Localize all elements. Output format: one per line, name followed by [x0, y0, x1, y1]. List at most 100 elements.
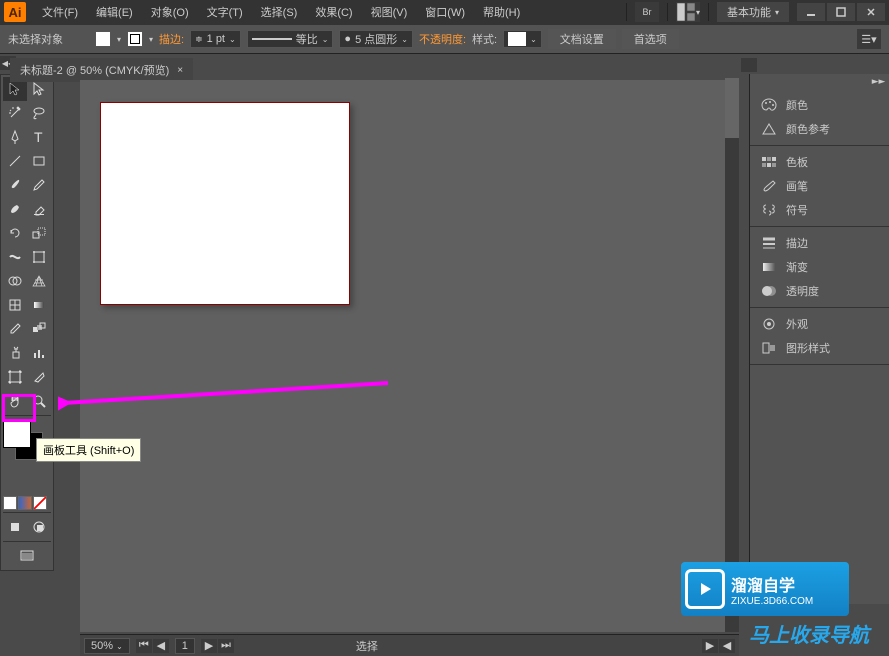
panel-appearance[interactable]: 外观: [750, 312, 889, 336]
menu-help[interactable]: 帮助(H): [475, 1, 528, 23]
close-tab-icon[interactable]: ×: [177, 65, 183, 76]
stroke-weight-field[interactable]: ≑1 pt⌄: [190, 30, 241, 48]
color-mode-gradient[interactable]: [18, 496, 32, 510]
color-mode-solid[interactable]: [3, 496, 17, 510]
first-artboard-button[interactable]: ⏮: [136, 639, 152, 653]
menu-effect[interactable]: 效果(C): [307, 1, 360, 23]
menu-file[interactable]: 文件(F): [34, 1, 86, 23]
document-tab[interactable]: 未标题-2 @ 50% (CMYK/预览) ×: [10, 58, 193, 82]
play-icon: [685, 569, 725, 609]
eyedropper-tool[interactable]: [3, 317, 27, 341]
fill-swatch[interactable]: [95, 31, 111, 47]
panel-graphic-styles[interactable]: 图形样式: [750, 336, 889, 360]
stroke-swatch[interactable]: [127, 31, 143, 47]
document-setup-button[interactable]: 文档设置: [548, 29, 616, 49]
panel-label: 颜色参考: [786, 121, 830, 137]
rotate-tool[interactable]: [3, 221, 27, 245]
panel-label: 颜色: [786, 97, 808, 113]
menu-select[interactable]: 选择(S): [253, 1, 306, 23]
free-transform-tool[interactable]: [27, 245, 51, 269]
menu-view[interactable]: 视图(V): [363, 1, 416, 23]
prev-artboard-button[interactable]: ◀: [153, 639, 169, 653]
menu-edit[interactable]: 编辑(E): [88, 1, 141, 23]
rectangle-tool[interactable]: [27, 149, 51, 173]
opacity-label[interactable]: 不透明度:: [419, 31, 466, 47]
pen-tool[interactable]: [3, 125, 27, 149]
brush-icon: [760, 178, 778, 194]
scale-tool[interactable]: [27, 221, 51, 245]
expand-panels-icon[interactable]: ▸▸: [872, 76, 886, 87]
fill-color-swatch[interactable]: [3, 420, 31, 448]
watermark-badge: 溜溜自学 ZIXUE.3D66.COM: [681, 562, 849, 616]
panel-symbols[interactable]: 符号: [750, 198, 889, 222]
stroke-profile-field[interactable]: 等比⌄: [247, 30, 334, 48]
stroke-label: 描边:: [159, 31, 184, 47]
perspective-grid-tool[interactable]: [27, 269, 51, 293]
menu-object[interactable]: 对象(O): [143, 1, 197, 23]
paintbrush-tool[interactable]: [3, 173, 27, 197]
hscroll-left-button[interactable]: ◀: [719, 639, 735, 653]
screen-mode-button[interactable]: [3, 544, 51, 568]
arrange-docs-button[interactable]: ▾: [676, 2, 700, 22]
panel-label: 图形样式: [786, 340, 830, 356]
options-menu-button[interactable]: ☰▾: [857, 29, 881, 49]
width-tool[interactable]: [3, 245, 27, 269]
zoom-level-field[interactable]: 50% ⌄: [84, 638, 130, 654]
minimize-button[interactable]: [797, 3, 825, 21]
shape-builder-tool[interactable]: [3, 269, 27, 293]
preferences-button[interactable]: 首选项: [622, 29, 679, 49]
close-button[interactable]: [857, 3, 885, 21]
brush-definition-field[interactable]: ●5 点圆形⌄: [339, 30, 413, 48]
menu-type[interactable]: 文字(T): [199, 1, 251, 23]
panel-color-guide[interactable]: 颜色参考: [750, 117, 889, 141]
mesh-tool[interactable]: [3, 293, 27, 317]
pencil-tool[interactable]: [27, 173, 51, 197]
color-mode-row: [3, 496, 51, 510]
gradient-tool[interactable]: [27, 293, 51, 317]
line-tool[interactable]: [3, 149, 27, 173]
watermark-subtitle: 马上收录导航: [749, 619, 869, 648]
panel-stroke[interactable]: 描边: [750, 231, 889, 255]
panel-transparency[interactable]: 透明度: [750, 279, 889, 303]
slice-tool[interactable]: [27, 365, 51, 389]
vertical-scrollbar[interactable]: [725, 78, 739, 632]
app-logo[interactable]: Ai: [4, 2, 26, 22]
column-graph-tool[interactable]: [27, 341, 51, 365]
artboard-number-field[interactable]: 1: [175, 638, 195, 654]
draw-mode-behind[interactable]: [27, 515, 51, 539]
panel-color[interactable]: 颜色: [750, 93, 889, 117]
workspace-switcher[interactable]: 基本功能 ▾: [717, 2, 789, 22]
panel-brushes[interactable]: 画笔: [750, 174, 889, 198]
type-tool[interactable]: T: [27, 125, 51, 149]
blob-brush-tool[interactable]: [3, 197, 27, 221]
eraser-tool[interactable]: [27, 197, 51, 221]
artboard[interactable]: [100, 102, 350, 305]
rightpanel-collapse-button[interactable]: [741, 58, 757, 72]
panel-swatches[interactable]: 色板: [750, 150, 889, 174]
stroke-icon: [760, 235, 778, 251]
panel-label: 符号: [786, 202, 808, 218]
symbols-icon: [760, 202, 778, 218]
next-artboard-button[interactable]: ▶: [201, 639, 217, 653]
symbol-sprayer-tool[interactable]: [3, 341, 27, 365]
bridge-button[interactable]: Br: [635, 2, 659, 22]
color-mode-none[interactable]: [33, 496, 47, 510]
maximize-button[interactable]: [827, 3, 855, 21]
panel-gradient[interactable]: 渐变: [750, 255, 889, 279]
canvas-area[interactable]: [80, 80, 735, 632]
artboard-tool[interactable]: [3, 365, 27, 389]
workspace-label: 基本功能: [727, 4, 771, 20]
magic-wand-tool[interactable]: [3, 101, 27, 125]
last-artboard-button[interactable]: ⏭: [218, 639, 234, 653]
tool-separator: [3, 541, 51, 542]
lasso-tool[interactable]: [27, 101, 51, 125]
scrollbar-thumb[interactable]: [725, 78, 739, 138]
menu-window[interactable]: 窗口(W): [417, 1, 473, 23]
panel-label: 透明度: [786, 283, 819, 299]
draw-mode-normal[interactable]: [3, 515, 27, 539]
style-label: 样式:: [472, 31, 497, 47]
blend-tool[interactable]: [27, 317, 51, 341]
appearance-icon: [760, 316, 778, 332]
status-menu-button[interactable]: ▶: [702, 639, 718, 653]
style-field[interactable]: ⌄: [503, 30, 542, 48]
